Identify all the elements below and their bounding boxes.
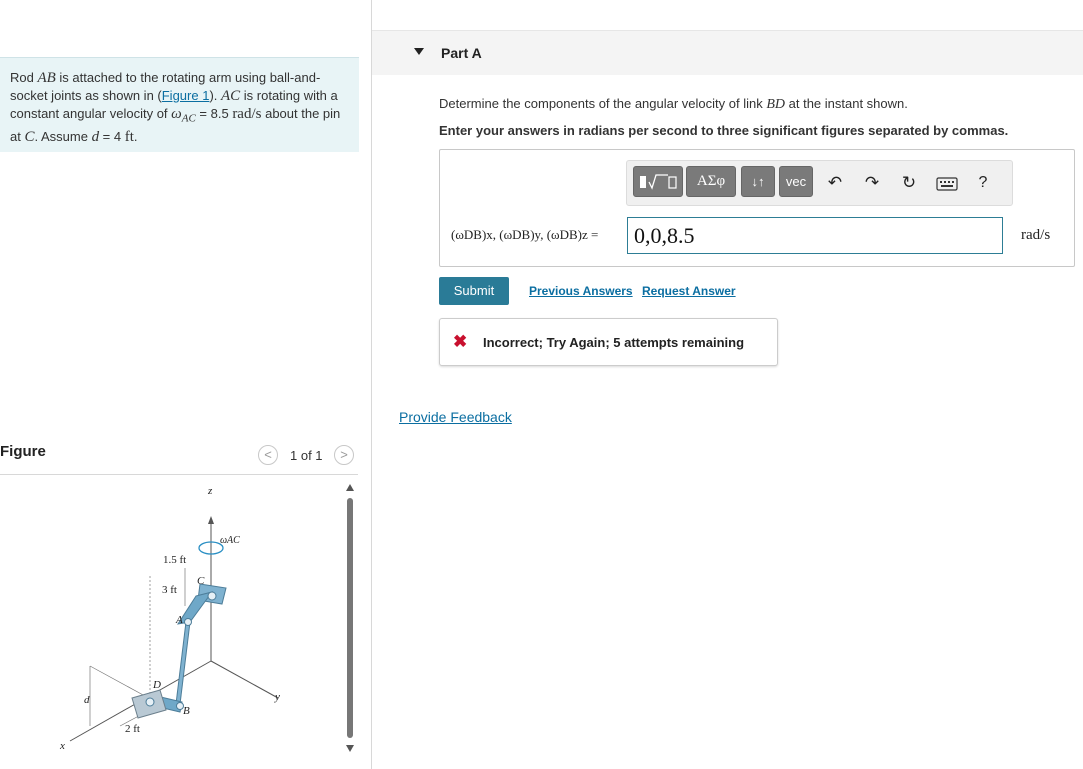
vector-button[interactable]: vec [779,166,813,197]
label-x: x [59,740,65,752]
incorrect-icon: ✖ [453,332,468,351]
problem-text: = 8.5 [195,106,233,121]
math-omega: ω [171,106,182,122]
subscript-button[interactable]: ↓↑ [741,166,775,197]
label-d-point: D [152,679,161,691]
scroll-thumb[interactable] [347,498,353,738]
collapse-caret-icon[interactable] [414,48,424,56]
figure-diagram: z ωAC 1.5 ft 3 ft C A D B d 2 ft x y [59,485,280,752]
problem-text: Rod [10,70,38,85]
pin-c [207,591,217,601]
next-figure-button[interactable]: > [334,445,354,465]
answer-input[interactable]: 0,0,8.5 [627,217,1003,254]
previous-answers-link[interactable]: Previous Answers [529,284,633,298]
help-button[interactable]: ? [972,172,994,194]
dimension-line [89,665,146,697]
scroll-down-arrow[interactable] [346,745,354,752]
math-ab: AB [37,70,56,86]
answer-label: (ωDB)x, (ωDB)y, (ωDB)z = [451,227,599,242]
math-unit: rad/s [232,106,262,122]
label-d-dimension: d [84,694,90,706]
question-text-pre: Determine the components of the angular … [439,96,767,111]
figure-heading: Figure [0,443,46,460]
part-title: Part A [441,45,482,61]
joint-a [184,618,192,626]
math-ac: AC [221,88,241,104]
figure-scrollbar[interactable] [345,482,355,757]
label-b: B [183,705,190,717]
math-bd: BD [766,97,786,112]
label-omega-ac: ωAC [220,535,240,546]
label-c: C [197,575,205,587]
label-3-ft: 3 ft [162,584,177,596]
math-d: d [91,128,100,145]
greek-symbols-button[interactable]: ΑΣφ [686,166,736,197]
label-y: y [274,691,280,703]
y-axis [210,660,279,699]
undo-icon[interactable]: ↶ [824,172,846,194]
math-c: C [24,128,35,145]
divider [0,474,358,475]
label-z: z [207,485,213,497]
templates-icon [640,174,677,190]
pin-d [145,697,155,707]
redo-icon[interactable]: ↷ [861,172,883,194]
instruction-text: Enter your answers in radians per second… [439,123,1009,138]
keyboard-icon[interactable] [936,177,958,191]
figure-pager: 1 of 1 [290,448,323,463]
request-answer-link[interactable]: Request Answer [642,284,736,298]
scroll-up-arrow[interactable] [346,484,354,491]
templates-button[interactable] [633,166,683,197]
problem-text: ). [209,88,221,103]
problem-statement: Rod AB is attached to the rotating arm u… [0,57,359,152]
problem-text: = 4 [99,128,125,144]
submit-button[interactable]: Submit [439,277,509,305]
arm-ac [176,591,214,625]
prev-figure-button[interactable]: < [258,445,278,465]
label-2-ft: 2 ft [125,723,140,735]
question-text-post: at the instant shown. [785,96,908,111]
label-1-5-ft: 1.5 ft [163,554,186,566]
reset-icon[interactable]: ↻ [898,172,920,194]
provide-feedback-link[interactable]: Provide Feedback [399,409,512,425]
problem-text: . Assume [34,128,92,144]
figure-link[interactable]: Figure 1 [162,88,210,103]
z-axis-arrow [208,516,214,524]
problem-text: . [133,128,138,144]
rod-ab-highlight [176,621,190,705]
question-text: Determine the components of the angular … [439,96,908,113]
math-omega-sub: AC [181,112,196,125]
feedback-message: Incorrect; Try Again; 5 attempts remaini… [483,335,745,350]
label-a: A [175,614,183,626]
math-ft: ft [124,128,134,145]
unit-label: rad/s [1021,227,1051,243]
